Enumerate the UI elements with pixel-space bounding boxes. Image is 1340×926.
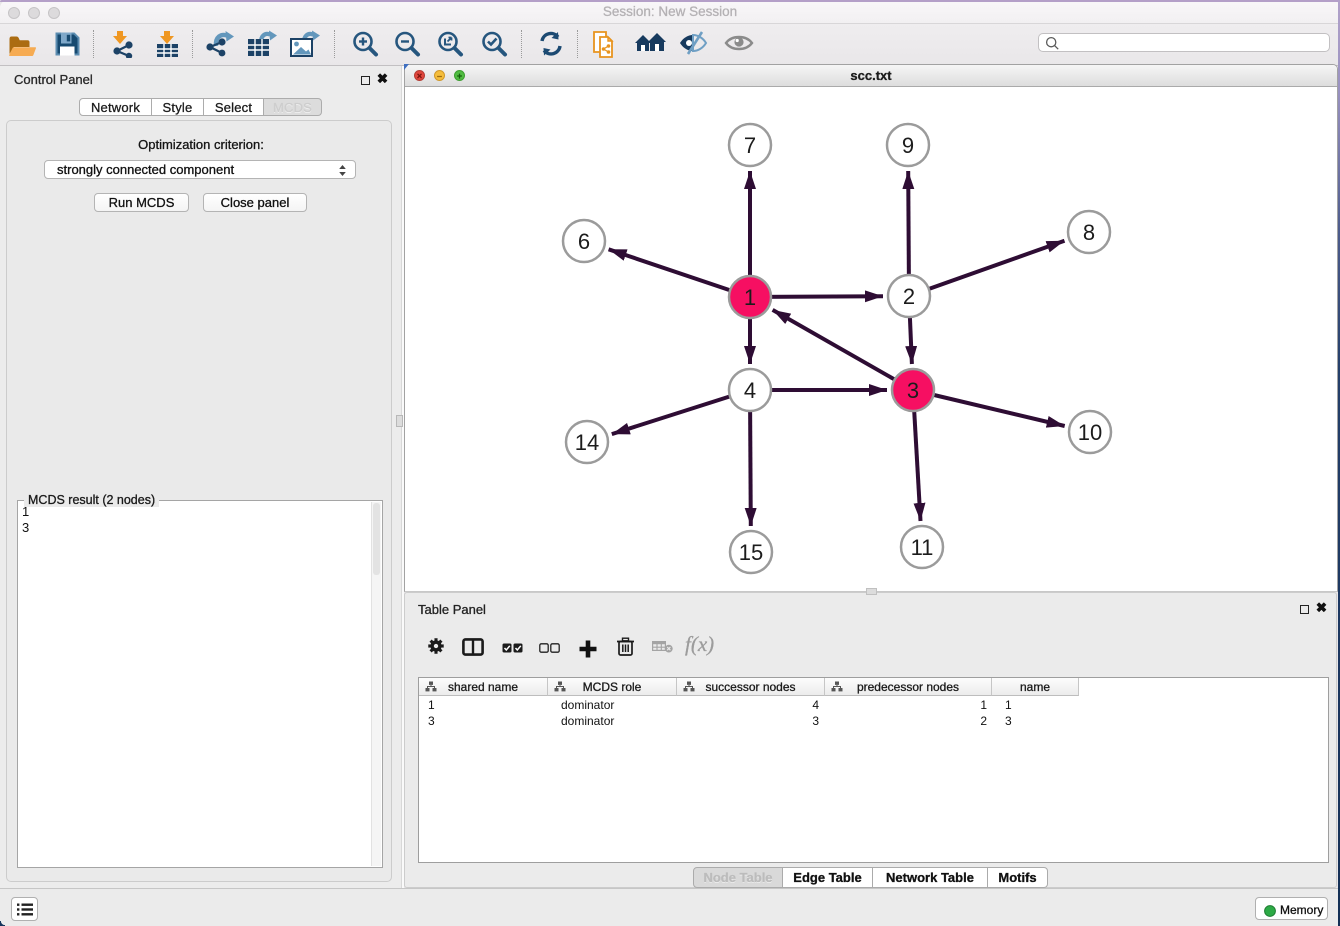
svg-text:15: 15: [739, 540, 763, 565]
svg-text:4: 4: [744, 378, 756, 403]
svg-text:3: 3: [907, 378, 919, 403]
svg-text:10: 10: [1078, 420, 1102, 445]
svg-text:7: 7: [744, 133, 756, 158]
svg-text:1: 1: [744, 285, 756, 310]
svg-text:11: 11: [911, 535, 934, 560]
svg-text:2: 2: [903, 284, 915, 309]
svg-text:6: 6: [578, 229, 590, 254]
svg-text:8: 8: [1083, 220, 1095, 245]
svg-text:14: 14: [575, 430, 599, 455]
svg-text:9: 9: [902, 133, 914, 158]
